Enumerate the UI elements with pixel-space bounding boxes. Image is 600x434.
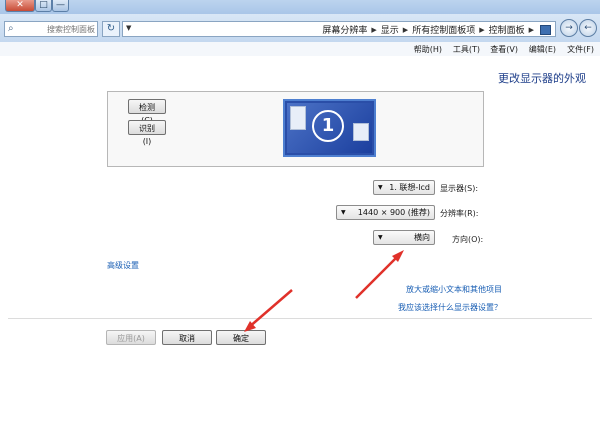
control-panel-window: ✕ □ — ⌕ ↻ ▼ ▶ 控制面板 ▶ 所有控制面板项 ▶ 显示 ▶ 屏幕分辨…	[0, 0, 600, 434]
arrow-shaft	[247, 289, 293, 329]
annotation-arrows	[244, 250, 404, 332]
annotation-arrow-to-orientation	[355, 250, 404, 299]
arrow-shaft	[355, 253, 401, 299]
annotation-arrow-to-ok	[244, 289, 293, 332]
